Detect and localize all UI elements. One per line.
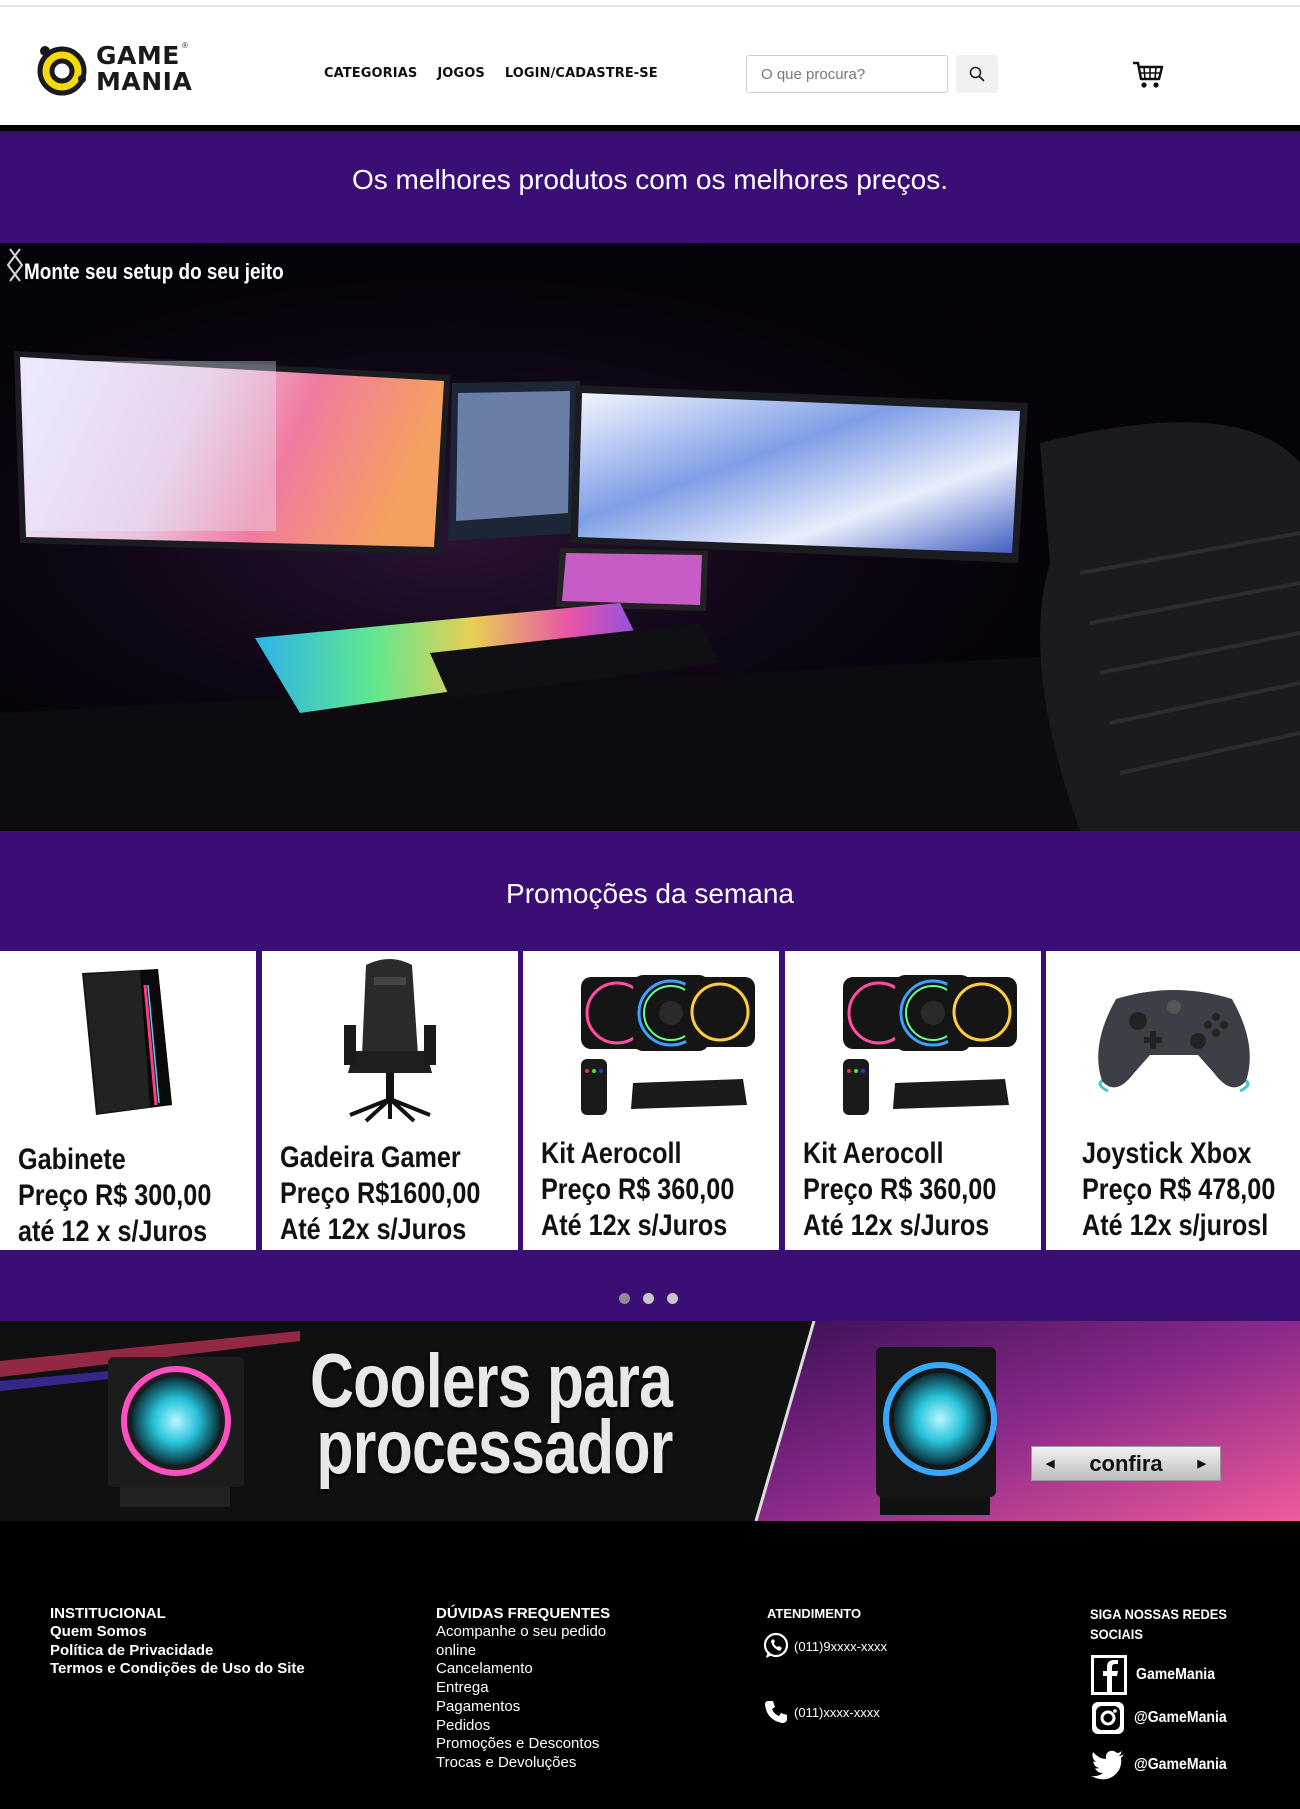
footer-institucional: INSTITUCIONAL Quem Somos Política de Pri… <box>50 1604 305 1679</box>
kit-fans-image <box>843 975 1017 1115</box>
product-price: Preço R$ 360,00 <box>803 1173 997 1206</box>
instagram-link[interactable]: @GameMania <box>1090 1700 1239 1736</box>
product-price: Preço R$1600,00 <box>280 1177 481 1210</box>
product-terms: Até 12x s/Juros <box>280 1213 467 1246</box>
footer-link[interactable]: Trocas e Devoluções <box>436 1754 636 1773</box>
tagline-band: Os melhores produtos com os melhores pre… <box>0 131 1300 243</box>
whatsapp-contact[interactable]: (011)9xxxx-xxxx <box>762 1632 887 1660</box>
footer-link[interactable]: Entrega <box>436 1679 636 1698</box>
carousel-dots <box>619 1293 678 1304</box>
controle-image <box>1098 990 1250 1093</box>
kit-fans-image <box>581 975 755 1115</box>
product-price: Preço R$ 360,00 <box>541 1173 735 1206</box>
hero-image <box>0 243 1300 831</box>
product-card[interactable]: Gadeira Gamer Preço R$1600,00 Até 12x s/… <box>262 951 518 1250</box>
product-name: Gadeira Gamer <box>280 1141 461 1174</box>
footer-link[interactable]: Política de Privacidade <box>50 1642 305 1661</box>
promo-title: Promoções da semana <box>506 878 794 909</box>
site-footer: INSTITUCIONAL Quem Somos Política de Pri… <box>0 1521 1300 1809</box>
search-button[interactable] <box>956 55 998 93</box>
footer-heading: INSTITUCIONAL <box>50 1605 166 1622</box>
whatsapp-icon <box>763 1632 789 1658</box>
twitter-link[interactable]: @GameMania <box>1090 1748 1239 1782</box>
logo-wordmark: GAME MANIA <box>96 41 193 96</box>
phone-icon <box>765 1701 787 1723</box>
footer-link[interactable]: Promoções e Descontos <box>436 1735 636 1754</box>
footer-heading: SIGA NOSSAS REDES SOCIAIS <box>1090 1606 1227 1642</box>
logo[interactable]: GAME MANIA ® <box>36 37 196 107</box>
top-border <box>0 0 1300 7</box>
caret-left-icon: ◀ <box>1046 1458 1055 1470</box>
footer-atendimento: ATENDIMENTO (011)9xxxx-xxxx (011)xxxx-xx… <box>763 1604 887 1723</box>
product-price: Preço R$ 300,00 <box>18 1179 212 1212</box>
facebook-link[interactable]: GameMania <box>1090 1654 1226 1696</box>
coolers-banner[interactable]: Coolers para processador ◀ confira ▶ <box>0 1321 1300 1521</box>
nav-login[interactable]: LOGIN/CADASTRE-SE <box>505 66 658 81</box>
site-header: GAME MANIA ® CATEGORIAS JOGOS LOGIN/CADA… <box>0 7 1300 125</box>
logo-icon <box>37 46 87 96</box>
search-icon <box>969 66 985 82</box>
promo-section: Promoções da semana Gabinete Preço R$ 30… <box>0 831 1300 1321</box>
nav-jogos[interactable]: JOGOS <box>437 66 484 81</box>
main-nav: CATEGORIAS JOGOS LOGIN/CADASTRE-SE <box>324 66 658 81</box>
facebook-icon <box>1091 1655 1127 1695</box>
promo-carousel: Gabinete Preço R$ 300,00 até 12 x s/Juro… <box>0 951 1300 1250</box>
footer-link[interactable]: Pedidos <box>436 1717 636 1736</box>
hero-carousel[interactable]: Monte seu setup do seu jeito <box>0 243 1300 831</box>
search-input[interactable] <box>746 55 948 93</box>
product-terms: Até 12x s/jurosl <box>1082 1209 1269 1242</box>
product-name: Kit Aerocoll <box>541 1137 682 1170</box>
footer-link[interactable]: Cancelamento <box>436 1660 636 1679</box>
chevron-right-icon[interactable] <box>0 243 30 287</box>
phone-contact[interactable]: (011)xxxx-xxxx <box>762 1698 880 1726</box>
product-name: Joystick Xbox <box>1082 1137 1252 1170</box>
hero-caption: Monte seu setup do seu jeito <box>24 259 284 284</box>
tagline: Os melhores produtos com os melhores pre… <box>351 164 949 195</box>
product-card[interactable]: Gabinete Preço R$ 300,00 até 12 x s/Juro… <box>0 951 256 1250</box>
product-card[interactable]: Kit Aerocoll Preço R$ 360,00 Até 12x s/J… <box>523 951 779 1250</box>
footer-duvidas: DÚVIDAS FREQUENTES Acompanhe o seu pedid… <box>436 1604 636 1773</box>
product-terms: Até 12x s/Juros <box>541 1209 728 1242</box>
confira-button[interactable]: ◀ confira ▶ <box>1031 1446 1221 1481</box>
nav-categorias[interactable]: CATEGORIAS <box>324 66 417 81</box>
cart-icon[interactable] <box>1132 59 1164 91</box>
caret-right-icon: ▶ <box>1197 1458 1206 1470</box>
footer-link[interactable]: Quem Somos <box>50 1623 305 1642</box>
product-name: Kit Aerocoll <box>803 1137 944 1170</box>
cadeira-image <box>344 959 436 1123</box>
product-card[interactable]: Joystick Xbox Preço R$ 478,00 Até 12x s/… <box>1046 951 1300 1250</box>
footer-heading: ATENDIMENTO <box>767 1606 862 1621</box>
twitter-icon <box>1091 1750 1124 1780</box>
product-terms: até 12 x s/Juros <box>18 1215 208 1248</box>
product-price: Preço R$ 478,00 <box>1082 1173 1276 1206</box>
footer-heading: DÚVIDAS FREQUENTES <box>436 1605 611 1622</box>
carousel-dot[interactable] <box>643 1293 654 1304</box>
instagram-icon <box>1092 1702 1124 1734</box>
product-terms: Até 12x s/Juros <box>803 1209 990 1242</box>
footer-link[interactable]: Termos e Condições de Uso do Site <box>50 1660 305 1679</box>
carousel-dot[interactable] <box>619 1293 630 1304</box>
registered-mark: ® <box>182 41 188 50</box>
product-card[interactable]: Kit Aerocoll Preço R$ 360,00 Até 12x s/J… <box>785 951 1041 1250</box>
carousel-dot[interactable] <box>667 1293 678 1304</box>
product-name: Gabinete <box>18 1143 126 1176</box>
footer-link[interactable]: Pagamentos <box>436 1698 636 1717</box>
banner-title: Coolers para processador <box>310 1339 673 1490</box>
footer-link[interactable]: Acompanhe o seu pedido online <box>436 1623 636 1660</box>
gabinete-image <box>82 969 172 1115</box>
footer-social: SIGA NOSSAS REDES SOCIAIS GameMania @Gam… <box>1090 1604 1270 1780</box>
